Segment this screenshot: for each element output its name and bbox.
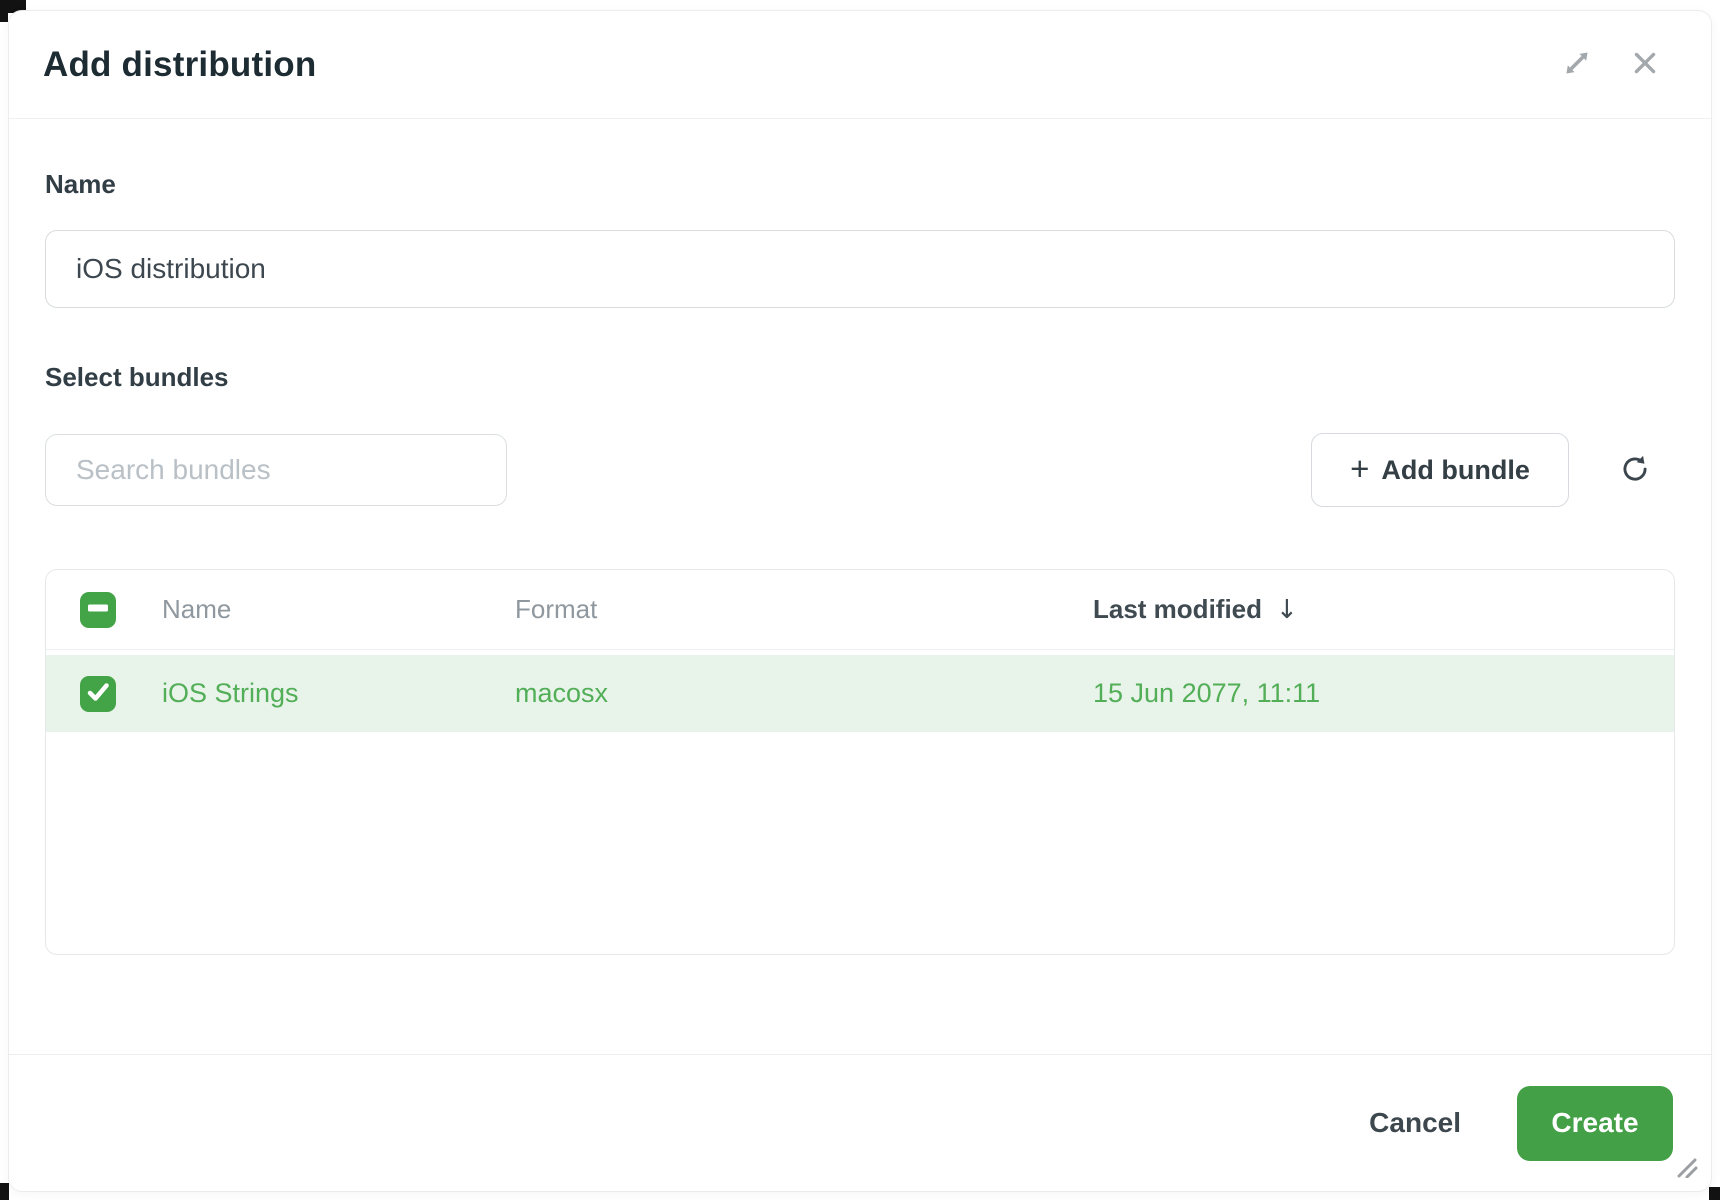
column-header-last-modified-label: Last modified	[1093, 594, 1262, 625]
dialog-body: Name Select bundles + Add bundle	[9, 119, 1711, 1054]
plus-icon: +	[1350, 452, 1369, 485]
select-all-checkbox-indeterminate[interactable]	[80, 592, 116, 628]
row-format: macosx	[515, 678, 1093, 709]
dialog-header: Add distribution	[9, 11, 1711, 119]
table-row[interactable]: iOS Strings macosx 15 Jun 2077, 11:11	[46, 655, 1674, 732]
background-page-corner	[0, 1183, 9, 1200]
bundle-toolbar: + Add bundle	[45, 433, 1675, 507]
resize-handle[interactable]	[1675, 1152, 1699, 1183]
select-bundles-label: Select bundles	[45, 362, 1675, 393]
bundles-table: Name Format Last modified ↓	[45, 569, 1675, 955]
add-bundle-button-label: Add bundle	[1381, 455, 1529, 486]
close-icon	[1627, 45, 1663, 84]
close-button[interactable]	[1625, 45, 1665, 85]
row-checkbox-cell	[80, 676, 162, 712]
row-last-modified: 15 Jun 2077, 11:11	[1093, 678, 1674, 709]
row-name: iOS Strings	[162, 678, 515, 709]
add-distribution-dialog: Add distribution N	[8, 10, 1712, 1192]
dialog-footer: Cancel Create	[9, 1054, 1711, 1191]
background-page-corner	[0, 0, 8, 22]
row-checkbox-checked[interactable]	[80, 676, 116, 712]
column-header-name: Name	[162, 594, 515, 625]
expand-icon	[1558, 44, 1596, 85]
check-icon	[80, 674, 116, 713]
cancel-button[interactable]: Cancel	[1359, 1107, 1471, 1139]
distribution-name-input[interactable]	[45, 230, 1675, 308]
add-bundle-button[interactable]: + Add bundle	[1311, 433, 1569, 507]
header-actions	[1557, 45, 1665, 85]
column-header-last-modified[interactable]: Last modified ↓	[1093, 594, 1674, 625]
column-header-format: Format	[515, 594, 1093, 625]
refresh-button[interactable]	[1615, 450, 1655, 490]
search-bundles-input[interactable]	[45, 434, 507, 506]
expand-button[interactable]	[1557, 45, 1597, 85]
table-header-row: Name Format Last modified ↓	[46, 570, 1674, 650]
select-all-cell	[80, 592, 162, 628]
name-field-label: Name	[45, 169, 1675, 200]
create-button[interactable]: Create	[1517, 1086, 1673, 1161]
sort-descending-icon: ↓	[1276, 595, 1298, 625]
minus-icon	[80, 590, 116, 629]
dialog-title: Add distribution	[43, 45, 316, 85]
refresh-icon	[1618, 452, 1652, 489]
